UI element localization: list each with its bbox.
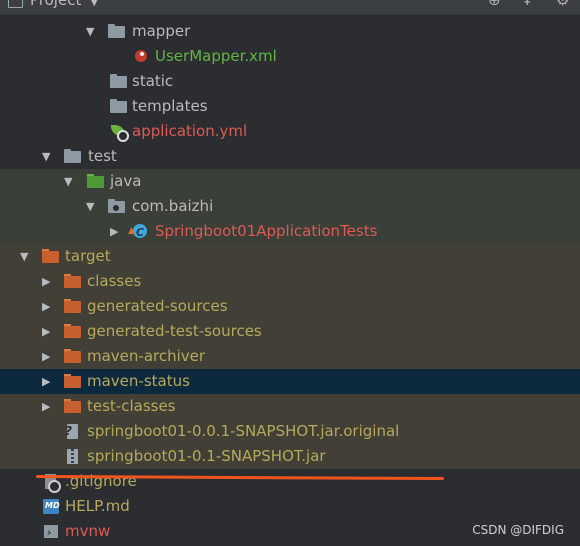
tree-item-label: target: [65, 247, 111, 265]
watermark: CSDN @DIFDIG: [472, 523, 564, 537]
collapse-all-icon[interactable]: ⇞: [521, 0, 534, 9]
tree-item-label: springboot01-0.1-SNAPSHOT.jar: [87, 447, 326, 465]
project-icon: [8, 0, 23, 8]
shell-script-icon: ›: [42, 524, 60, 539]
expand-chevron-right-icon[interactable]: ▶: [42, 294, 50, 319]
tree-item-label: java: [110, 172, 142, 190]
expand-chevron-right-icon[interactable]: ▶: [42, 394, 50, 419]
tree-item-label: generated-sources: [87, 297, 228, 315]
expand-chevron-right-icon[interactable]: ▶: [110, 219, 118, 244]
project-tool-window-header: Project ▼ ⊕ ⇞ ⚙: [0, 0, 580, 15]
folder-icon: [110, 74, 128, 89]
tree-item-com-baizhi[interactable]: ▼ com.baizhi: [0, 194, 580, 219]
expand-chevron-down-icon[interactable]: ▼: [64, 169, 72, 194]
excluded-folder-icon: [64, 399, 82, 414]
unknown-file-icon: ?: [64, 424, 82, 439]
tree-item-label: mvnw: [65, 522, 111, 540]
tree-item-label: com.baizhi: [132, 197, 214, 215]
tree-item-label: Springboot01ApplicationTests: [155, 222, 378, 240]
tree-item-label: HELP.md: [65, 497, 130, 515]
folder-icon: [64, 149, 82, 164]
tree-item-label: springboot01-0.0.1-SNAPSHOT.jar.original: [87, 422, 400, 440]
tree-item-generated-test-sources[interactable]: ▶ generated-test-sources: [0, 319, 580, 344]
tree-item-label: test-classes: [87, 397, 176, 415]
tree-item-templates[interactable]: templates: [0, 94, 580, 119]
excluded-folder-icon: [64, 349, 82, 364]
tree-item-maven-status[interactable]: ▶ maven-status: [0, 369, 580, 394]
expand-chevron-down-icon[interactable]: ▼: [86, 194, 94, 219]
markdown-file-icon: MD: [42, 499, 60, 514]
mybatis-xml-icon: [133, 49, 151, 64]
expand-chevron-down-icon[interactable]: ▼: [86, 19, 94, 44]
tree-item-generated-sources[interactable]: ▶ generated-sources: [0, 294, 580, 319]
tree-item-jar-original[interactable]: ? springboot01-0.0.1-SNAPSHOT.jar.origin…: [0, 419, 580, 444]
settings-gear-icon[interactable]: ⚙: [556, 0, 569, 9]
excluded-folder-icon: [64, 299, 82, 314]
excluded-folder-icon: [42, 249, 60, 264]
tree-item-label: static: [132, 72, 174, 90]
tree-item-mapper[interactable]: ▼ mapper: [0, 19, 580, 44]
project-tree: ▼ mapper UserMapper.xml static templates…: [0, 19, 580, 544]
expand-chevron-right-icon[interactable]: ▶: [42, 269, 50, 294]
tree-item-label: application.yml: [132, 122, 248, 140]
project-view-title[interactable]: Project: [30, 0, 81, 9]
tree-item-label: templates: [132, 97, 208, 115]
tree-item-maven-archiver[interactable]: ▶ maven-archiver: [0, 344, 580, 369]
tree-item-test[interactable]: ▼ test: [0, 144, 580, 169]
excluded-folder-icon: [64, 324, 82, 339]
tree-item-gitignore[interactable]: .gitignore: [0, 469, 580, 494]
folder-icon: [110, 99, 128, 114]
expand-chevron-right-icon[interactable]: ▶: [42, 369, 50, 394]
tree-item-java[interactable]: ▼ java: [0, 169, 580, 194]
tree-item-label: .gitignore: [65, 472, 137, 490]
tree-item-label: generated-test-sources: [87, 322, 262, 340]
spring-config-icon: [110, 124, 129, 142]
tree-item-springboot01-application-tests[interactable]: ▶ C ▲ Springboot01ApplicationTests: [0, 219, 580, 244]
junit-test-class-icon: C ▲: [128, 224, 150, 239]
tree-item-label: test: [88, 147, 117, 165]
tree-item-usermapper-xml[interactable]: UserMapper.xml: [0, 44, 580, 69]
expand-chevron-down-icon[interactable]: ▼: [42, 144, 50, 169]
view-selector-chevron-down-icon[interactable]: ▼: [90, 0, 98, 8]
excluded-folder-icon: [64, 374, 82, 389]
tree-item-classes[interactable]: ▶ classes: [0, 269, 580, 294]
tree-item-label: classes: [87, 272, 142, 290]
excluded-folder-icon: [64, 274, 82, 289]
test-sources-folder-icon: [87, 174, 105, 189]
folder-icon: [108, 24, 126, 39]
tree-item-label: maven-status: [87, 372, 190, 390]
expand-chevron-right-icon[interactable]: ▶: [42, 319, 50, 344]
tree-item-test-classes[interactable]: ▶ test-classes: [0, 394, 580, 419]
tree-item-help-md[interactable]: MD HELP.md: [0, 494, 580, 519]
package-icon: [108, 199, 126, 214]
tree-item-label: maven-archiver: [87, 347, 206, 365]
jar-archive-icon: [64, 449, 82, 464]
expand-chevron-down-icon[interactable]: ▼: [20, 244, 28, 269]
tree-item-jar[interactable]: springboot01-0.1-SNAPSHOT.jar: [0, 444, 580, 469]
tree-item-label: UserMapper.xml: [155, 47, 277, 65]
locate-crosshair-icon[interactable]: ⊕: [488, 0, 501, 9]
tree-item-application-yml[interactable]: application.yml: [0, 119, 580, 144]
expand-chevron-right-icon[interactable]: ▶: [42, 344, 50, 369]
tree-item-static[interactable]: static: [0, 69, 580, 94]
tree-item-label: mapper: [132, 22, 191, 40]
tree-item-target[interactable]: ▼ target: [0, 244, 580, 269]
